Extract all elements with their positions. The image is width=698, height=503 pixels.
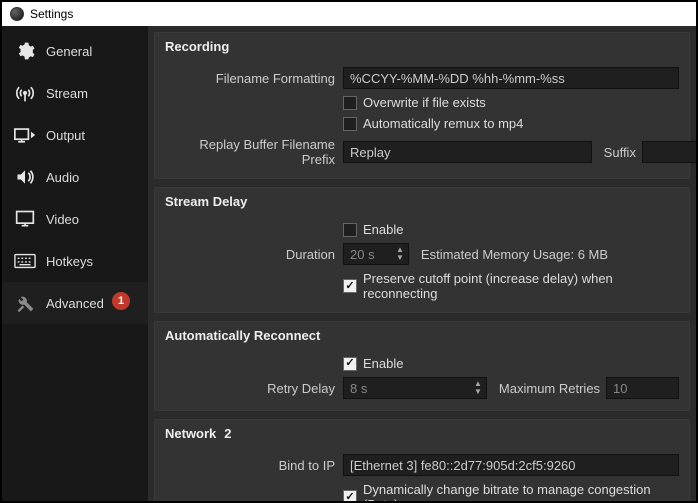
overwrite-label: Overwrite if file exists	[363, 95, 486, 110]
titlebar: Settings	[2, 2, 696, 26]
memory-usage-label: Estimated Memory Usage: 6 MB	[421, 247, 608, 262]
network-group: Network 2 Bind to IP Dynamically change …	[154, 419, 690, 501]
window-title: Settings	[30, 7, 73, 21]
settings-main: Recording Filename Formatting Overwrite …	[148, 26, 696, 501]
recording-group: Recording Filename Formatting Overwrite …	[154, 32, 690, 179]
retry-delay-label: Retry Delay	[165, 381, 335, 396]
dynamic-bitrate-checkbox[interactable]	[343, 490, 357, 501]
retry-delay-spinbox[interactable]: 8 s ▲▼	[343, 377, 487, 399]
replay-prefix-label: Replay Buffer Filename Prefix	[165, 137, 335, 167]
sidebar-item-label: Hotkeys	[46, 254, 93, 269]
app-icon	[10, 7, 24, 21]
sidebar-item-advanced[interactable]: Advanced 1	[2, 282, 148, 324]
dynamic-bitrate-label: Dynamically change bitrate to manage con…	[363, 482, 679, 501]
spinner-arrows-icon[interactable]: ▲▼	[470, 380, 486, 396]
sidebar-item-label: Audio	[46, 170, 79, 185]
sidebar: General Stream Output Audio Video	[2, 26, 148, 501]
annotation-badge-1: 1	[112, 292, 130, 310]
bind-ip-label: Bind to IP	[165, 458, 335, 473]
sidebar-item-label: Video	[46, 212, 79, 227]
bind-ip-select[interactable]	[343, 454, 679, 476]
sidebar-item-label: Advanced	[46, 296, 104, 311]
max-retries-label: Maximum Retries	[499, 381, 600, 396]
antenna-icon	[14, 82, 36, 104]
gear-icon	[14, 40, 36, 62]
preserve-cutoff-label: Preserve cutoff point (increase delay) w…	[363, 271, 679, 301]
auto-reconnect-title: Automatically Reconnect	[155, 322, 689, 353]
sidebar-item-output[interactable]: Output	[2, 114, 148, 156]
replay-prefix-input[interactable]	[343, 141, 592, 163]
duration-spinbox[interactable]: 20 s ▲▼	[343, 243, 409, 265]
speaker-icon	[14, 166, 36, 188]
preserve-cutoff-checkbox[interactable]	[343, 279, 357, 293]
stream-delay-group: Stream Delay Enable Duration 20 s ▲▼ Est…	[154, 187, 690, 313]
tools-icon	[14, 292, 36, 314]
filename-formatting-input[interactable]	[343, 67, 679, 89]
sidebar-item-label: General	[46, 44, 92, 59]
stream-delay-enable-label: Enable	[363, 222, 403, 237]
auto-reconnect-group: Automatically Reconnect Enable Retry Del…	[154, 321, 690, 411]
overwrite-checkbox[interactable]	[343, 96, 357, 110]
sidebar-item-hotkeys[interactable]: Hotkeys	[2, 240, 148, 282]
sidebar-item-stream[interactable]: Stream	[2, 72, 148, 114]
max-retries-spinbox[interactable]: 10	[606, 377, 679, 399]
spinner-arrows-icon[interactable]: ▲▼	[392, 246, 408, 262]
keyboard-icon	[14, 250, 36, 272]
duration-label: Duration	[165, 247, 335, 262]
auto-reconnect-enable-label: Enable	[363, 356, 403, 371]
sidebar-item-general[interactable]: General	[2, 30, 148, 72]
sidebar-item-audio[interactable]: Audio	[2, 156, 148, 198]
suffix-input[interactable]	[642, 141, 696, 163]
sidebar-item-label: Output	[46, 128, 85, 143]
suffix-label: Suffix	[604, 145, 636, 160]
auto-reconnect-enable-checkbox[interactable]	[343, 357, 357, 371]
sidebar-item-label: Stream	[46, 86, 88, 101]
annotation-badge-2: 2	[224, 426, 231, 441]
sidebar-item-video[interactable]: Video	[2, 198, 148, 240]
network-title: Network	[165, 426, 216, 441]
remux-checkbox[interactable]	[343, 117, 357, 131]
filename-formatting-label: Filename Formatting	[165, 71, 335, 86]
monitor-icon	[14, 208, 36, 230]
stream-delay-enable-checkbox[interactable]	[343, 223, 357, 237]
stream-delay-title: Stream Delay	[155, 188, 689, 219]
output-icon	[14, 124, 36, 146]
recording-title: Recording	[155, 33, 689, 64]
remux-label: Automatically remux to mp4	[363, 116, 523, 131]
